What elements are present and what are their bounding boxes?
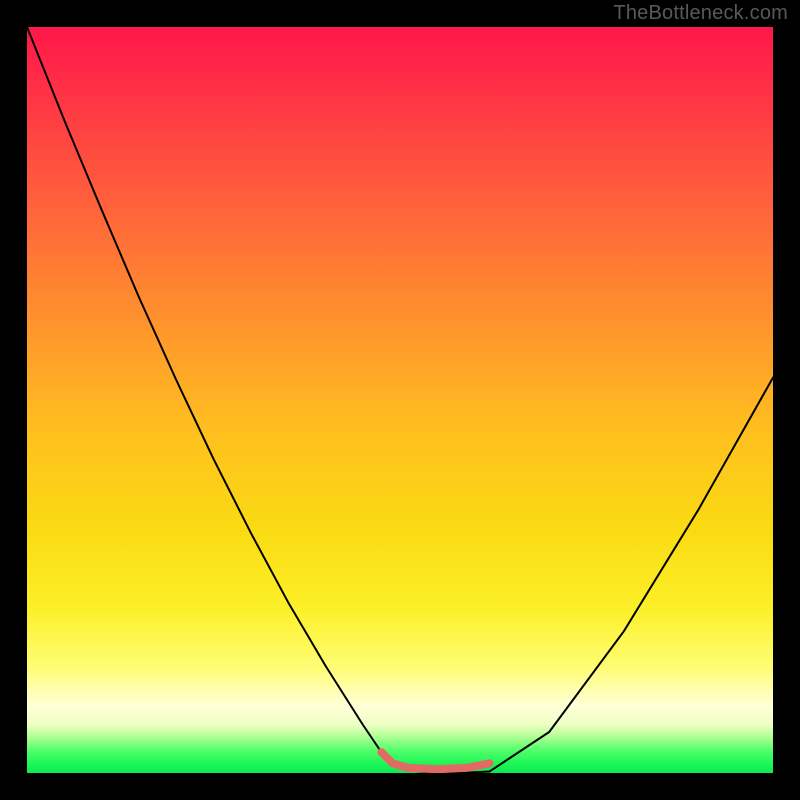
plateau-marker-path <box>381 752 489 769</box>
chart-svg <box>27 27 773 773</box>
watermark-text: TheBottleneck.com <box>613 2 788 25</box>
chart-plot-area <box>27 27 773 773</box>
main-curve-path <box>27 27 773 773</box>
